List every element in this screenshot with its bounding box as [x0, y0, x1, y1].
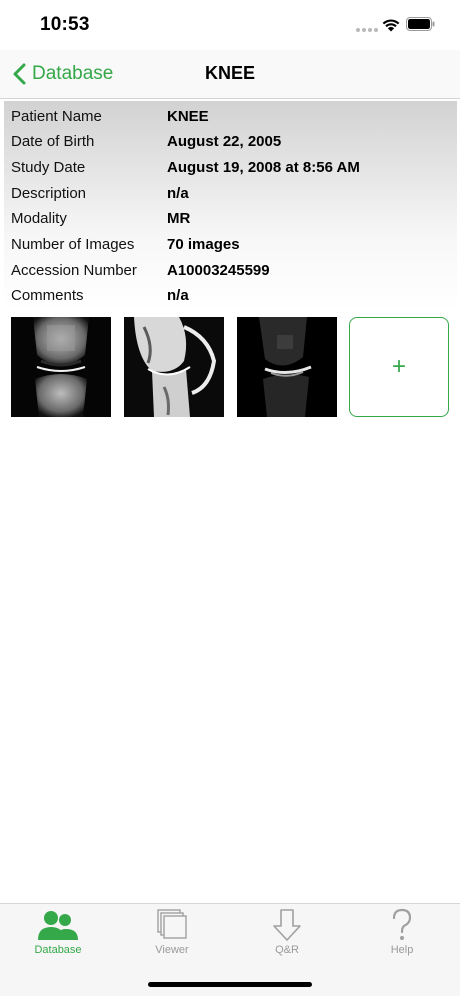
tab-label: Database — [34, 944, 82, 956]
signal-dots-icon — [356, 28, 378, 32]
tab-label: Q&R — [275, 944, 299, 956]
tab-label: Viewer — [155, 944, 189, 956]
knee-mri-coronal-image — [11, 317, 111, 417]
info-row-description: Description n/a — [11, 181, 189, 205]
info-label: Number of Images — [11, 235, 135, 253]
info-row-comments: Comments n/a — [11, 283, 189, 307]
tab-label: Help — [390, 944, 414, 956]
info-value: A10003245599 — [167, 261, 270, 279]
info-row-patient-name: Patient Name KNEE — [11, 104, 209, 128]
tab-database[interactable]: Database — [18, 908, 98, 964]
battery-icon — [406, 17, 435, 31]
info-row-accession-number: Accession Number A10003245599 — [11, 258, 270, 282]
info-row-date-of-birth: Date of Birth August 22, 2005 — [11, 129, 281, 153]
app-screen: 10:53 Database KNEE Patient Name KNEE Da… — [0, 0, 460, 996]
info-value: n/a — [167, 286, 189, 304]
info-label: Date of Birth — [11, 132, 95, 150]
series-thumbnail[interactable] — [11, 317, 111, 417]
info-label: Description — [11, 184, 87, 202]
tab-viewer[interactable]: Viewer — [132, 908, 212, 964]
tab-help[interactable]: Help — [362, 908, 442, 964]
info-value: MR — [167, 209, 191, 227]
status-bar: 10:53 — [0, 0, 460, 50]
info-label: Accession Number — [11, 261, 137, 279]
page-title: KNEE — [204, 63, 255, 83]
add-series-button[interactable]: + — [349, 317, 449, 417]
knee-mri-sagittal-image — [124, 317, 224, 417]
info-label: Patient Name — [11, 107, 102, 125]
home-indicator — [148, 982, 312, 987]
plus-icon: + — [391, 353, 406, 380]
series-thumbnail[interactable] — [124, 317, 224, 417]
people-icon — [38, 911, 78, 940]
info-row-study-date: Study Date August 19, 2008 at 8:56 AM — [11, 155, 360, 179]
status-time: 10:53 — [40, 14, 90, 35]
series-thumbnails — [11, 317, 350, 417]
stacked-pages-icon — [157, 909, 187, 939]
info-label: Comments — [11, 286, 84, 304]
info-value: n/a — [167, 184, 189, 202]
question-mark-icon — [392, 908, 412, 940]
info-value: August 19, 2008 at 8:56 AM — [167, 158, 360, 176]
patient-info-panel: Patient Name KNEE Date of Birth August 2… — [4, 101, 457, 311]
info-value: August 22, 2005 — [167, 132, 282, 150]
tab-q-and-r[interactable]: Q&R — [247, 908, 327, 964]
download-arrow-icon — [273, 909, 301, 941]
info-value: KNEE — [167, 107, 209, 125]
info-row-modality: Modality MR — [11, 206, 190, 230]
series-thumbnail[interactable] — [237, 317, 337, 417]
info-value: 70 images — [167, 235, 240, 253]
wifi-icon — [382, 19, 400, 32]
navigation-bar: Database KNEE — [0, 50, 460, 99]
info-row-number-of-images: Number of Images 70 images — [11, 232, 240, 256]
info-label: Modality — [11, 209, 67, 227]
info-label: Study Date — [11, 158, 86, 176]
knee-mri-coronal-t2-image — [237, 317, 337, 417]
